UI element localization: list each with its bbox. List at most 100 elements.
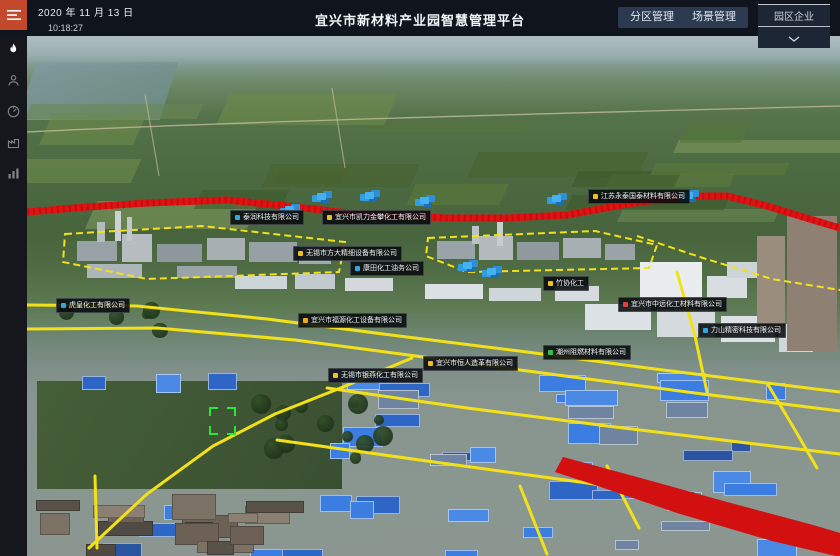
tree (275, 418, 288, 431)
company-marker-icon (428, 361, 433, 366)
page-title: 宜兴市新材料产业园智慧管理平台 (315, 10, 525, 29)
map-building (172, 494, 216, 519)
company-label[interactable]: 力山精密科技有限公司 (698, 323, 786, 338)
tree (349, 399, 358, 408)
field-patch (680, 122, 751, 143)
map-building (197, 541, 253, 553)
vehicle-marker-3d[interactable] (420, 197, 429, 204)
company-label[interactable]: 虎皇化工有限公司 (56, 298, 130, 313)
field-patch (194, 190, 289, 209)
map-building (707, 276, 747, 298)
company-label[interactable]: 康田化工油务公司 (350, 261, 424, 276)
tree (143, 302, 160, 319)
map-building (98, 521, 153, 536)
map-building (523, 527, 553, 538)
field-patch (673, 140, 840, 153)
map-building (177, 266, 237, 278)
company-label[interactable]: 潮州阻燃材料有限公司 (543, 345, 631, 360)
vehicle-marker-3d[interactable] (463, 262, 472, 269)
map-building (122, 234, 152, 262)
map-building (127, 217, 132, 241)
map-building (563, 238, 601, 258)
map-building (345, 278, 393, 291)
map-building (757, 236, 785, 326)
field-patch (617, 209, 779, 222)
map-building (87, 264, 142, 278)
company-name: 无锡市方大精细设备有限公司 (306, 249, 397, 258)
company-label[interactable]: 无锡市银燕化工有限公司 (328, 368, 423, 383)
hamburger-menu-button[interactable] (0, 0, 27, 30)
map-building (599, 426, 638, 445)
tree (275, 405, 291, 421)
company-name: 潮州阻燃材料有限公司 (556, 348, 626, 357)
map-building (343, 427, 383, 447)
map-building (37, 381, 342, 489)
datetime-display: 2020 年 11 月 13 日 10:18:27 (38, 4, 134, 33)
tree (348, 394, 368, 414)
gauge-icon[interactable] (7, 104, 21, 118)
map-building (207, 541, 235, 556)
field-patch (262, 164, 420, 187)
map-building (615, 540, 639, 549)
map-building (497, 222, 503, 246)
map-building (437, 241, 475, 259)
tree (295, 400, 308, 413)
vehicle-marker-3d[interactable] (487, 268, 496, 275)
field-patch (366, 121, 532, 132)
map-building (245, 506, 290, 525)
map-building (430, 454, 467, 466)
current-time: 10:18:27 (48, 23, 134, 33)
map-building (330, 443, 349, 459)
vehicle-marker-3d[interactable] (365, 192, 374, 199)
map-building (86, 544, 116, 556)
map-building (185, 522, 213, 535)
park-enterprise-dropdown[interactable]: 园区企业 (758, 4, 830, 48)
map-3d-view[interactable]: 泰润科技有限公司 宜兴市凯力金攀化工有限公司无锡市方大精细设备有限公司康田化工油务… (27, 36, 840, 556)
company-name: 康田化工油务公司 (363, 264, 419, 273)
smart-park-platform: 2020 年 11 月 13 日 10:18:27 宜兴市新材料产业园智慧管理平… (0, 0, 840, 556)
map-building (713, 471, 752, 493)
map-building (724, 483, 777, 496)
vehicle-marker-3d[interactable] (552, 195, 561, 202)
company-label[interactable]: 宜兴市凯力金攀化工有限公司 (322, 210, 431, 225)
company-label[interactable]: 宜兴市福源化工设备有限公司 (298, 313, 407, 328)
map-building (249, 242, 297, 262)
company-marker-icon (355, 266, 360, 271)
map-building (375, 414, 421, 427)
map-building (568, 423, 611, 444)
zone-management-button[interactable]: 分区管理 (618, 7, 686, 28)
company-name: 宜兴市中远化工材料有限公司 (631, 300, 722, 309)
company-name: 宜兴市凯力金攀化工有限公司 (335, 213, 426, 222)
current-date: 2020 年 11 月 13 日 (38, 4, 134, 19)
bar-chart-icon[interactable] (7, 166, 21, 180)
map-building (139, 523, 184, 537)
company-label[interactable]: 无锡市方大精细设备有限公司 (293, 246, 402, 261)
scene-management-button[interactable]: 场景管理 (680, 7, 748, 28)
field-patch (216, 94, 398, 125)
company-label[interactable]: 泰润科技有限公司 (230, 210, 304, 225)
tree (317, 415, 334, 432)
company-name: 宜兴市恒人造革有限公司 (436, 359, 513, 368)
company-label[interactable]: 宜兴市中远化工材料有限公司 (618, 297, 727, 312)
map-building (472, 226, 479, 244)
company-label[interactable]: 竹协化工 (543, 276, 589, 291)
left-toolbar (0, 30, 27, 556)
company-label[interactable]: 江苏永泰国泰材料有限公司 (588, 189, 690, 204)
map-building (615, 484, 651, 499)
map-building (766, 383, 786, 399)
vehicle-marker-3d[interactable] (317, 193, 326, 200)
map-building (787, 216, 837, 351)
field-patch (572, 171, 682, 187)
tree (152, 323, 168, 339)
factory-icon[interactable] (7, 135, 21, 149)
tree (142, 310, 151, 319)
map-building (164, 505, 207, 519)
map-building (683, 450, 733, 461)
company-label[interactable]: 宜兴市恒人造革有限公司 (423, 356, 518, 371)
company-name: 宜兴市福源化工设备有限公司 (311, 316, 402, 325)
map-building (539, 375, 587, 392)
map-building (282, 549, 323, 556)
person-icon[interactable] (7, 73, 21, 87)
company-marker-icon (593, 194, 598, 199)
flame-icon[interactable] (7, 42, 21, 56)
